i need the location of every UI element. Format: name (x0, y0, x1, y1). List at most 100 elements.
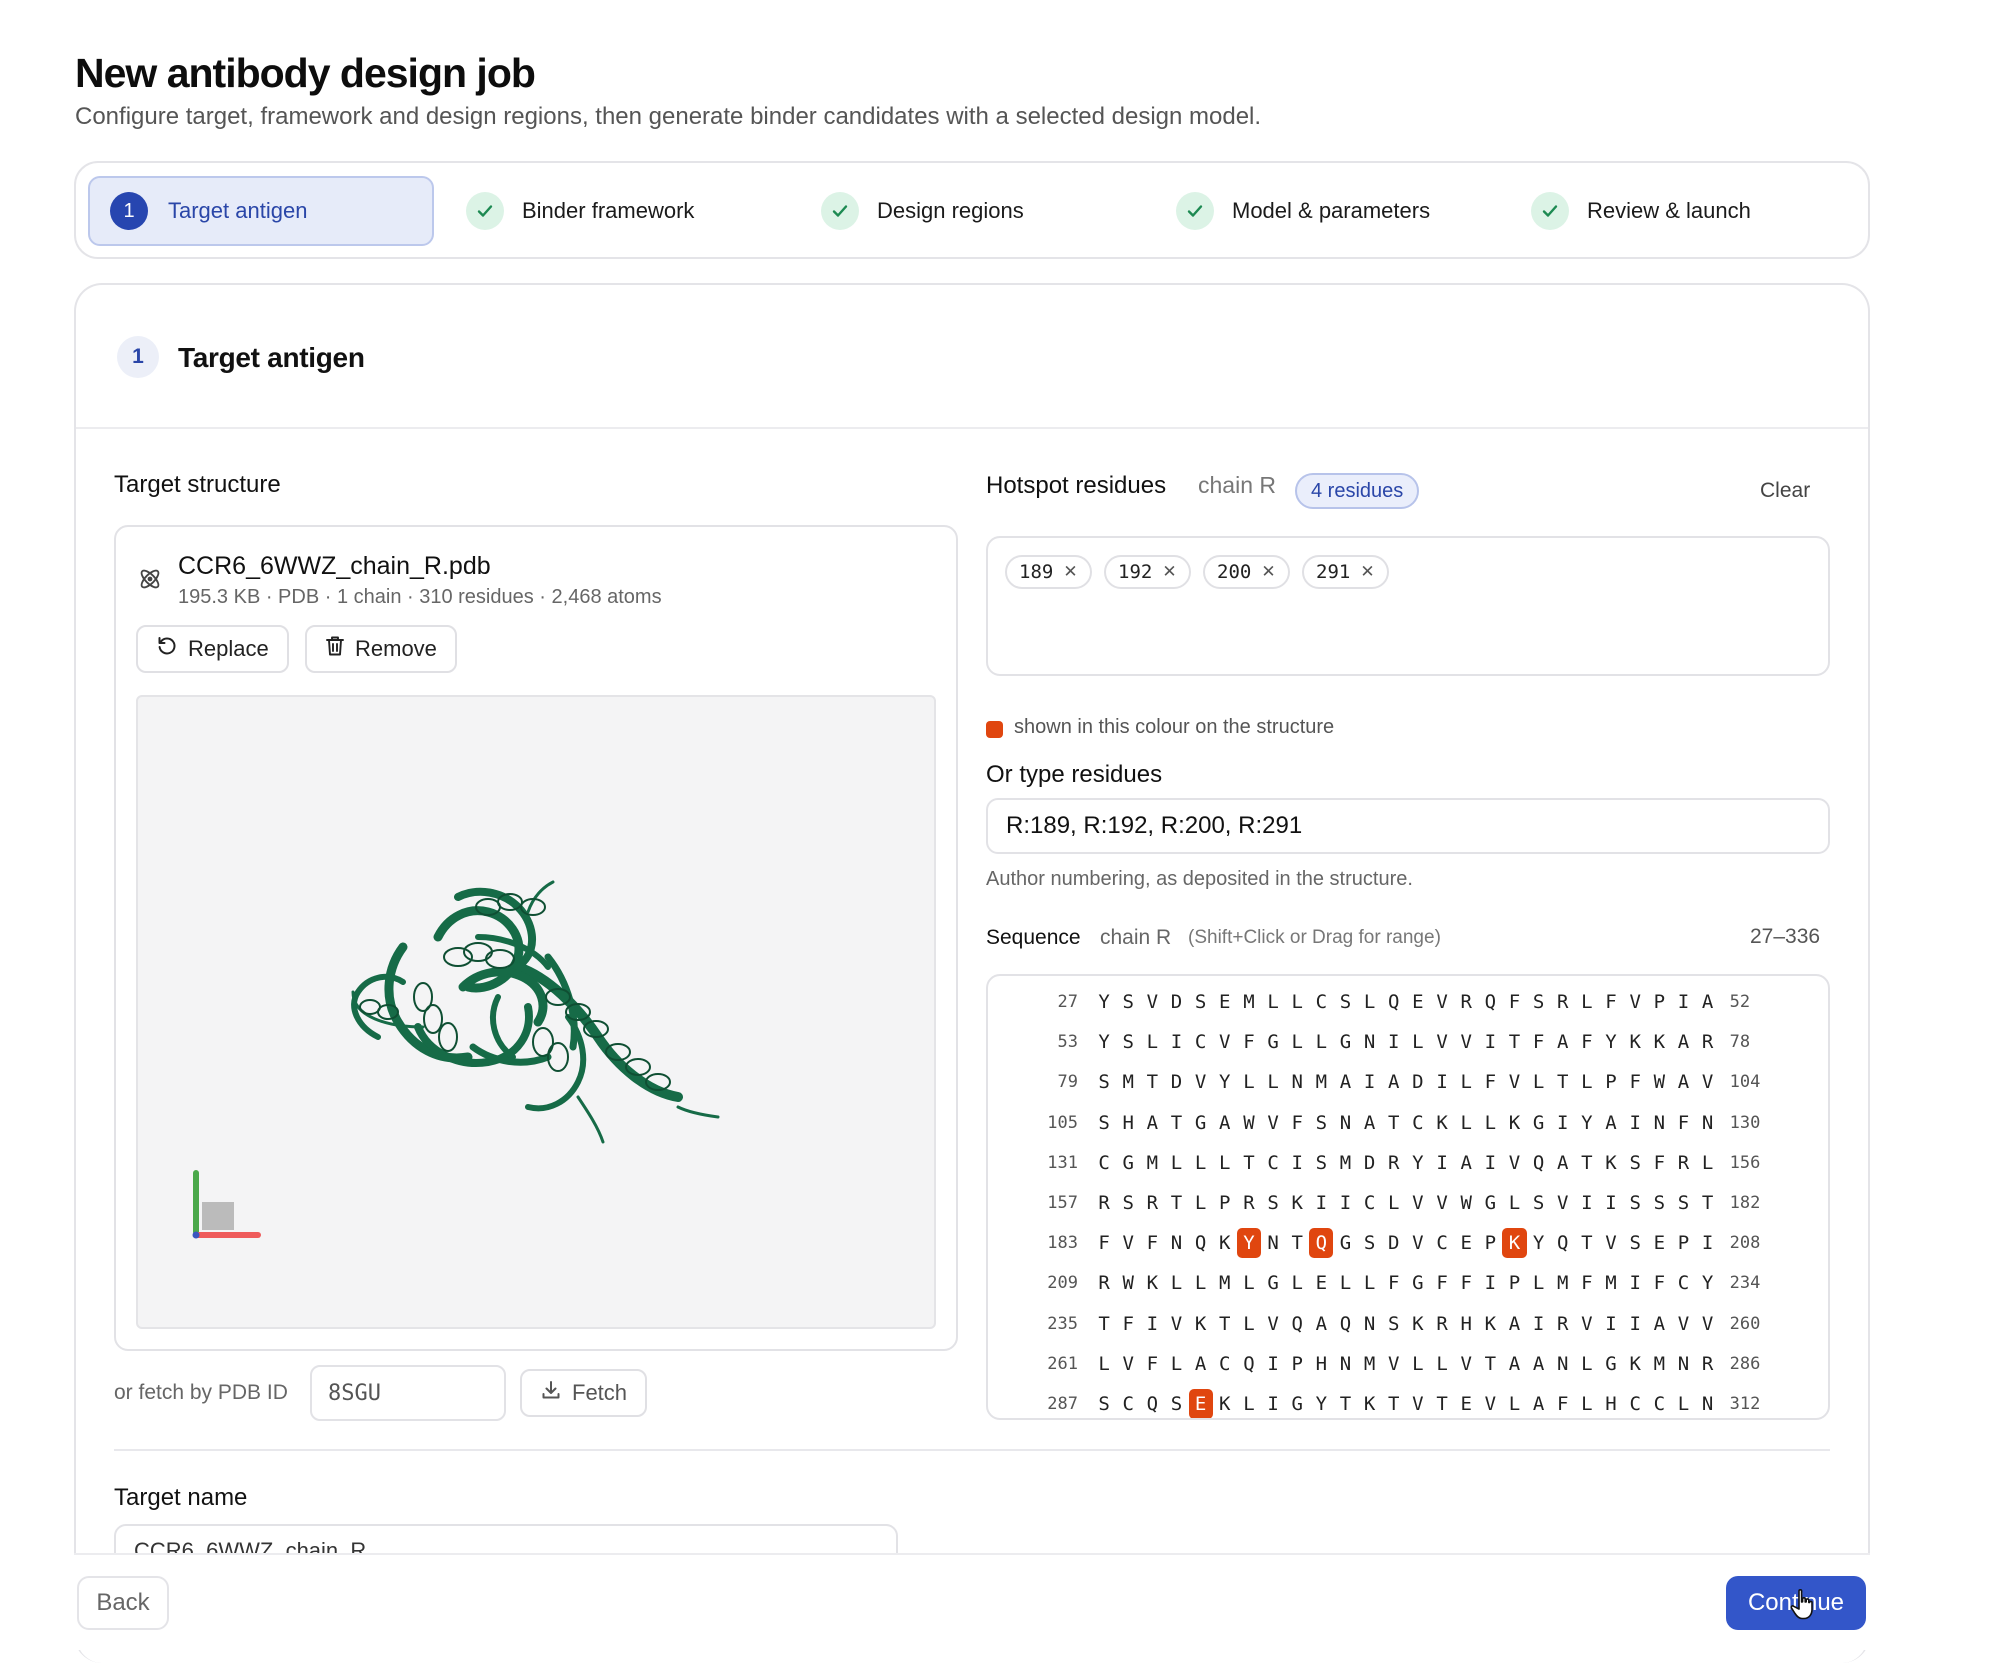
residue[interactable]: N (1696, 1108, 1720, 1138)
residue[interactable]: V (1502, 1067, 1526, 1097)
residue[interactable]: C (1092, 1148, 1116, 1178)
residue[interactable]: C (1261, 1148, 1285, 1178)
residue[interactable]: C (1213, 1349, 1237, 1379)
residue[interactable]: S (1116, 1188, 1140, 1218)
residue[interactable]: L (1309, 1027, 1333, 1057)
residue[interactable]: V (1502, 1148, 1526, 1178)
residue[interactable]: N (1333, 1108, 1357, 1138)
residue[interactable]: M (1551, 1268, 1575, 1298)
residue[interactable]: I (1358, 1067, 1382, 1097)
residue[interactable]: A (1647, 1309, 1671, 1339)
residue[interactable]: R (1140, 1188, 1164, 1218)
residue[interactable]: L (1285, 1027, 1309, 1057)
residue[interactable]: L (1430, 1349, 1454, 1379)
residue[interactable]: I (1623, 1268, 1647, 1298)
residue[interactable]: L (1333, 1268, 1357, 1298)
residue[interactable]: Y (1092, 987, 1116, 1017)
residue[interactable]: S (1092, 1108, 1116, 1138)
residue[interactable]: F (1551, 1389, 1575, 1418)
residue[interactable]: S (1092, 1067, 1116, 1097)
residue[interactable]: G (1261, 1027, 1285, 1057)
close-icon[interactable]: ✕ (1261, 562, 1275, 582)
residue[interactable]: L (1140, 1027, 1164, 1057)
residue[interactable]: N (1261, 1228, 1285, 1258)
residue[interactable]: G (1333, 1228, 1357, 1258)
residue[interactable]: R (1382, 1148, 1406, 1178)
residue[interactable]: F (1430, 1268, 1454, 1298)
residue[interactable]: A (1527, 1349, 1551, 1379)
residue[interactable]: A (1671, 1027, 1695, 1057)
residue[interactable]: I (1285, 1148, 1309, 1178)
residue[interactable]: L (1261, 987, 1285, 1017)
residue[interactable]: L (1527, 1067, 1551, 1097)
sequence-viewer[interactable]: 27 Y S V D S E M L L C S L Q E V R Q F S R L F V P I A 52 53 Y S L I C V F G… (986, 974, 1830, 1420)
residue[interactable]: S (1116, 1027, 1140, 1057)
residue[interactable]: E (1213, 987, 1237, 1017)
residue[interactable]: T (1696, 1188, 1720, 1218)
residue[interactable]: L (1671, 1389, 1695, 1418)
residue[interactable]: Q (1333, 1309, 1357, 1339)
residue[interactable]: L (1285, 1268, 1309, 1298)
residue[interactable]: V (1575, 1309, 1599, 1339)
residue[interactable]: Y (1092, 1027, 1116, 1057)
residue[interactable]: A (1140, 1108, 1164, 1138)
residue[interactable]: L (1454, 1108, 1478, 1138)
residue[interactable]: N (1696, 1389, 1720, 1418)
residue[interactable]: V (1261, 1309, 1285, 1339)
residue[interactable]: T (1237, 1148, 1261, 1178)
residue[interactable]: V (1478, 1389, 1502, 1418)
residue[interactable]: S (1164, 1389, 1188, 1418)
close-icon[interactable]: ✕ (1360, 562, 1374, 582)
residue[interactable]: Q (1551, 1228, 1575, 1258)
residue[interactable]: S (1189, 987, 1213, 1017)
residue[interactable]: I (1599, 1188, 1623, 1218)
residue[interactable]: I (1261, 1349, 1285, 1379)
residue[interactable]: D (1406, 1067, 1430, 1097)
residue[interactable]: G (1116, 1148, 1140, 1178)
residue[interactable]: W (1647, 1067, 1671, 1097)
residue[interactable]: M (1358, 1349, 1382, 1379)
residue[interactable]: K (1478, 1309, 1502, 1339)
residue[interactable]: A (1454, 1148, 1478, 1178)
residue[interactable]: V (1213, 1027, 1237, 1057)
clear-hotspots-button[interactable]: Clear (1760, 479, 1810, 503)
residue[interactable]: V (1551, 1188, 1575, 1218)
residue[interactable]: P (1671, 1228, 1695, 1258)
residue[interactable]: D (1164, 1067, 1188, 1097)
residue[interactable]: A (1358, 1108, 1382, 1138)
close-icon[interactable]: ✕ (1162, 562, 1176, 582)
residue[interactable]: V (1261, 1108, 1285, 1138)
residue[interactable]: L (1189, 1188, 1213, 1218)
residue[interactable]: T (1502, 1027, 1526, 1057)
residue[interactable]: T (1478, 1349, 1502, 1379)
step-target-antigen[interactable]: 1 Target antigen (88, 176, 434, 246)
residue[interactable]: E (1454, 1389, 1478, 1418)
fetch-button[interactable]: Fetch (520, 1369, 648, 1417)
residue[interactable]: A (1551, 1148, 1575, 1178)
residue[interactable]: L (1261, 1067, 1285, 1097)
residue[interactable]: L (1237, 1309, 1261, 1339)
residue[interactable]: L (1285, 987, 1309, 1017)
residue[interactable]: L (1237, 1067, 1261, 1097)
residue[interactable]: Y (1599, 1027, 1623, 1057)
residue[interactable]: N (1671, 1349, 1695, 1379)
residue[interactable]: M (1237, 987, 1261, 1017)
residue[interactable]: I (1478, 1027, 1502, 1057)
residue[interactable]: P (1285, 1349, 1309, 1379)
residue[interactable]: A (1671, 1067, 1695, 1097)
residue[interactable]: K (1502, 1108, 1526, 1138)
residue[interactable]: R (1551, 1309, 1575, 1339)
residue[interactable]: V (1454, 1027, 1478, 1057)
residue[interactable]: A (1502, 1309, 1526, 1339)
residue[interactable]: A (1333, 1067, 1357, 1097)
residue[interactable]: T (1575, 1228, 1599, 1258)
residue[interactable]: A (1502, 1349, 1526, 1379)
residue[interactable]: R (1454, 987, 1478, 1017)
residue[interactable]: M (1213, 1268, 1237, 1298)
residue[interactable]: C (1406, 1108, 1430, 1138)
residue[interactable]: V (1116, 1349, 1140, 1379)
structure-viewer[interactable] (136, 695, 936, 1329)
residue[interactable]: V (1599, 1228, 1623, 1258)
residue[interactable]: C (1671, 1268, 1695, 1298)
residue[interactable]: P (1478, 1228, 1502, 1258)
